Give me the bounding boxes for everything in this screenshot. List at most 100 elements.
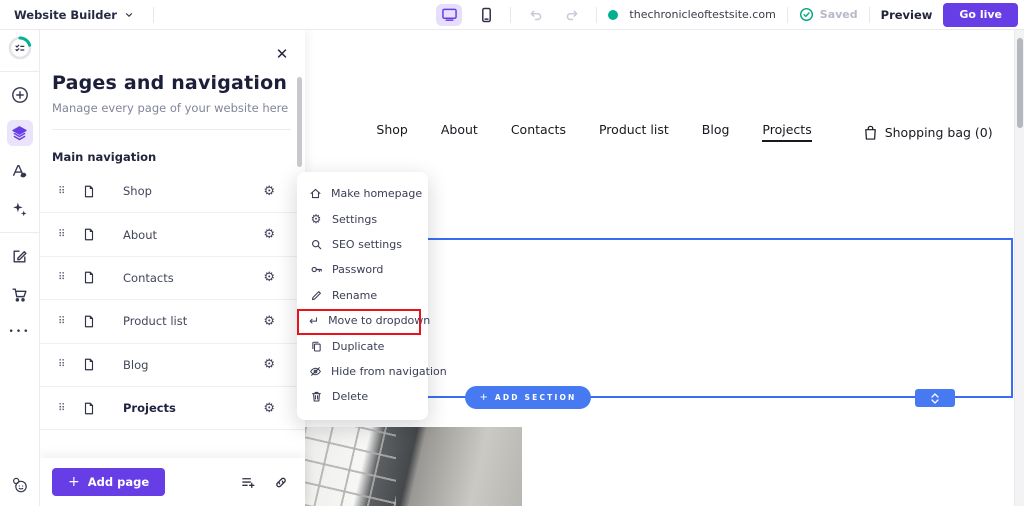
page-row-blog[interactable]: ⠿ Blog ⚙ (40, 344, 305, 387)
undo-icon (528, 8, 543, 22)
move-section-button[interactable] (915, 389, 955, 407)
sidebar-item-store[interactable] (7, 281, 33, 307)
shopping-bag-link[interactable]: Shopping bag (0) (863, 124, 993, 141)
gear-icon[interactable]: ⚙ (263, 358, 275, 371)
menu-item-make-homepage[interactable]: Make homepage (297, 181, 428, 206)
ai-sparkles-icon (11, 201, 28, 218)
site-nav-projects[interactable]: Projects (762, 122, 811, 142)
store-cart-icon (11, 286, 28, 303)
plus-icon: + (479, 393, 487, 403)
gear-icon[interactable]: ⚙ (263, 271, 275, 284)
menu-item-hide-from-navigation[interactable]: Hide from navigation (297, 359, 428, 384)
add-page-button[interactable]: + Add page (52, 468, 165, 496)
page-row-contacts[interactable]: ⠿ Contacts ⚙ (40, 257, 305, 300)
blog-icon (11, 248, 28, 265)
gear-icon[interactable]: ⚙ (263, 185, 275, 198)
site-nav-about[interactable]: About (441, 122, 478, 142)
divider (0, 71, 40, 72)
plus-icon: + (68, 474, 80, 490)
chevron-down-icon (931, 399, 939, 404)
drag-handle-icon[interactable]: ⠿ (58, 272, 72, 283)
page-row-product-list[interactable]: ⠿ Product list ⚙ (40, 300, 305, 343)
page-row-about[interactable]: ⠿ About ⚙ (40, 213, 305, 256)
desktop-view-button[interactable] (436, 4, 462, 26)
page-icon (82, 270, 96, 285)
site-nav-blog[interactable]: Blog (702, 122, 730, 142)
divider (153, 7, 154, 23)
panel-scrollbar-thumb[interactable] (297, 77, 302, 167)
page-icon (82, 227, 96, 242)
close-icon[interactable]: ✕ (273, 45, 291, 63)
shopping-bag-label: Shopping bag (0) (885, 125, 993, 140)
duplicate-icon (309, 340, 323, 353)
help-icon (11, 476, 29, 494)
site-nav-product-list[interactable]: Product list (599, 122, 669, 142)
sidebar-item-more[interactable]: ••• (7, 319, 33, 345)
sidebar-item-ai[interactable] (7, 196, 33, 222)
go-live-button[interactable]: Go live (943, 3, 1018, 27)
add-circle-icon (11, 86, 29, 104)
search-icon (309, 238, 323, 251)
page-label: Product list (123, 314, 187, 328)
sidebar-item-pages[interactable] (7, 120, 33, 146)
redo-button[interactable] (559, 4, 585, 26)
link-icon[interactable] (273, 475, 289, 490)
menu-item-settings[interactable]: ⚙ Settings (297, 206, 428, 231)
page-label: Shop (123, 184, 152, 198)
gear-icon: ⚙ (309, 213, 323, 225)
brand-logo[interactable] (7, 35, 33, 61)
menu-item-seo-settings[interactable]: SEO settings (297, 232, 428, 257)
add-section-button[interactable]: + ADD SECTION (465, 386, 591, 409)
page-label: Contacts (123, 271, 174, 285)
drag-handle-icon[interactable]: ⠿ (58, 316, 72, 327)
drag-handle-icon[interactable]: ⠿ (58, 186, 72, 197)
key-icon (309, 263, 323, 276)
sidebar-item-blog[interactable] (7, 243, 33, 269)
canvas-scrollbar-thumb[interactable] (1017, 38, 1023, 128)
panel-subtitle: Manage every page of your website here (52, 101, 291, 115)
pages-layers-icon (11, 125, 28, 142)
section-image[interactable] (305, 427, 522, 506)
sidebar-item-add[interactable] (7, 82, 33, 108)
page-context-menu: Make homepage ⚙ Settings SEO settings Pa… (297, 172, 428, 420)
page-row-shop[interactable]: ⠿ Shop ⚙ (40, 170, 305, 213)
page-icon (82, 314, 96, 329)
redo-icon (565, 8, 580, 22)
app-title[interactable]: Website Builder (14, 8, 117, 22)
divider (0, 232, 40, 233)
divider (596, 7, 597, 23)
gear-icon[interactable]: ⚙ (263, 402, 275, 415)
chevron-down-icon[interactable] (124, 10, 134, 20)
help-button[interactable] (7, 472, 33, 498)
site-domain[interactable]: thechronicleoftestsite.com (629, 8, 775, 21)
shopping-bag-icon (863, 124, 878, 141)
icon-sidebar: ••• (0, 30, 40, 506)
gear-icon[interactable]: ⚙ (263, 228, 275, 241)
drag-handle-icon[interactable]: ⠿ (58, 229, 72, 240)
mobile-view-button[interactable] (473, 4, 499, 26)
trash-icon (309, 390, 323, 403)
menu-item-duplicate[interactable]: Duplicate (297, 333, 428, 358)
page-icon (82, 401, 96, 416)
preview-button[interactable]: Preview (881, 8, 933, 22)
add-to-list-icon[interactable] (240, 475, 256, 490)
drag-handle-icon[interactable]: ⠿ (58, 403, 72, 414)
gear-icon[interactable]: ⚙ (263, 315, 275, 328)
styles-icon (11, 163, 28, 180)
page-list: ⠿ Shop ⚙ ⠿ About ⚙ ⠿ Contacts ⚙ ⠿ Produc… (40, 170, 305, 430)
menu-item-rename[interactable]: Rename (297, 283, 428, 308)
page-row-projects[interactable]: ⠿ Projects ⚙ (40, 387, 305, 430)
website-builder-app: Website Builder (0, 0, 1024, 506)
site-nav-shop[interactable]: Shop (376, 122, 407, 142)
page-label: Projects (123, 401, 176, 415)
undo-button[interactable] (522, 4, 548, 26)
menu-item-password[interactable]: Password (297, 257, 428, 282)
sidebar-item-styles[interactable] (7, 158, 33, 184)
site-nav-contacts[interactable]: Contacts (511, 122, 566, 142)
drag-handle-icon[interactable]: ⠿ (58, 359, 72, 370)
mobile-icon (480, 7, 493, 23)
menu-item-delete[interactable]: Delete (297, 384, 428, 409)
menu-item-move-to-dropdown[interactable]: ↵ Move to dropdown (297, 308, 428, 333)
enter-arrow-icon: ↵ (309, 315, 319, 327)
page-icon (82, 357, 96, 372)
